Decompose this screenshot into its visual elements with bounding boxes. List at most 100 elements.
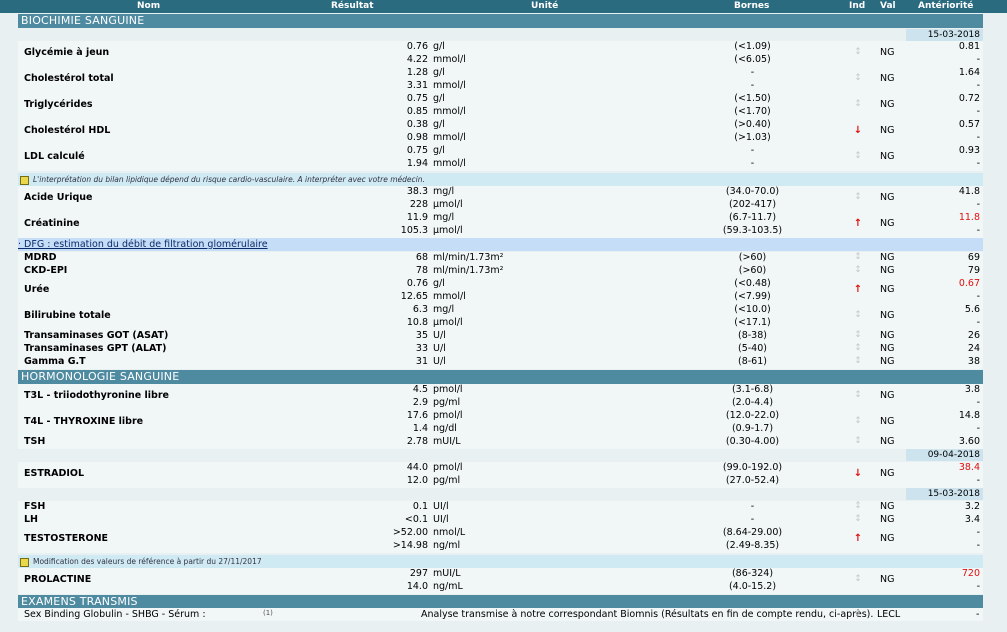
- reference-range: (2.49-8.35): [725, 540, 780, 551]
- result-unit: µmol/l: [433, 317, 463, 328]
- result-value: 105.3: [400, 225, 428, 236]
- anteriority-value: 41.8: [958, 186, 980, 197]
- anteriority-value: -: [976, 80, 980, 91]
- result-unit: mUI/L: [433, 568, 461, 579]
- reference-range: (59.3-103.5): [722, 225, 783, 236]
- arrow-up-icon: ↑: [853, 533, 863, 544]
- header-unite: Unité: [531, 1, 559, 11]
- transmis-row: Sex Binding Globulin - SHBG - Sérum : (1…: [18, 608, 983, 621]
- anteriority-value: -: [976, 291, 980, 302]
- anteriority-value: 3.60: [958, 436, 980, 447]
- validation-code: NG: [880, 343, 895, 354]
- test-name: Cholestérol total: [24, 73, 114, 84]
- result-value: 0.38: [406, 119, 428, 130]
- test-name: PROLACTINE: [24, 574, 92, 585]
- header-ind: Ind: [849, 1, 866, 11]
- result-value: 0.76: [406, 278, 428, 289]
- header-resultat: Résultat: [331, 1, 374, 11]
- result-value: 0.98: [406, 132, 428, 143]
- table-row: [18, 527, 983, 553]
- arrow-down-icon: ↓: [853, 468, 863, 479]
- anteriority-value: -: [976, 527, 980, 538]
- test-name: Cholestérol HDL: [24, 125, 111, 136]
- anteriority-value: -: [976, 54, 980, 65]
- neutral-indicator-icon: ↕: [854, 356, 862, 366]
- neutral-indicator-icon: ↕: [854, 609, 862, 619]
- transmis-text: Analyse transmise à notre correspondant …: [421, 609, 874, 620]
- result-value: 1.4: [412, 423, 428, 434]
- result-unit: pg/ml: [433, 397, 461, 408]
- result-unit: mg/l: [433, 212, 455, 223]
- result-unit: ng/ml: [433, 540, 461, 551]
- reference-range: (4.0-15.2): [728, 581, 777, 592]
- test-name: Transaminases GPT (ALAT): [24, 343, 167, 354]
- neutral-indicator-icon: ↕: [854, 73, 862, 83]
- anteriority-value: -: [976, 475, 980, 486]
- result-value: 12.0: [406, 475, 428, 486]
- anteriority-value: 0.67: [958, 278, 980, 289]
- reference-range: (<1.70): [734, 106, 771, 117]
- test-name: Acide Urique: [24, 192, 93, 203]
- table-row: [18, 119, 983, 145]
- result-value: 4.5: [412, 384, 428, 395]
- result-unit: mmol/l: [433, 80, 466, 91]
- result-value: 10.8: [406, 317, 428, 328]
- table-header: Nom Résultat Unité Bornes Ind Val Antéri…: [0, 0, 1007, 13]
- header-val: Val: [880, 1, 896, 11]
- validation-code: NG: [880, 436, 895, 447]
- result-unit: mmol/l: [433, 291, 466, 302]
- result-value: 0.1: [412, 501, 428, 512]
- result-unit: µmol/l: [433, 199, 463, 210]
- note-text: L'interprétation du bilan lipidique dépe…: [33, 175, 425, 184]
- result-unit: U/l: [433, 330, 446, 341]
- anteriority-value: 38.4: [958, 462, 980, 473]
- reference-range: (0.30-4.00): [725, 436, 780, 447]
- validation-code: NG: [880, 356, 895, 367]
- reference-range: (>60): [738, 265, 767, 276]
- anteriority-value: 38: [967, 356, 980, 367]
- anteriority-date: 15-03-2018: [906, 29, 983, 41]
- result-unit: µmol/l: [433, 225, 463, 236]
- table-row: [18, 436, 983, 449]
- header-bornes: Bornes: [734, 1, 770, 11]
- table-row: [18, 501, 983, 514]
- result-unit: mmol/l: [433, 158, 466, 169]
- anteriority-value: 0.72: [958, 93, 980, 104]
- result-unit: UI/l: [433, 514, 449, 525]
- reference-range: (<0.48): [734, 278, 771, 289]
- result-unit: pmol/l: [433, 462, 463, 473]
- reference-range: -: [750, 67, 755, 78]
- reference-range: (>1.03): [734, 132, 771, 143]
- result-value: 31: [415, 356, 428, 367]
- reference-range: (8-38): [738, 330, 767, 341]
- result-unit: mUI/L: [433, 436, 461, 447]
- header-anteriorite: Antériorité: [918, 1, 974, 11]
- table-row: [18, 67, 983, 93]
- note-icon: [20, 557, 29, 567]
- result-value: 14.0: [406, 581, 428, 592]
- reference-range: (12.0-22.0): [725, 410, 780, 421]
- note-dfg-text[interactable]: · DFG : estimation du débit de filtratio…: [18, 239, 268, 250]
- transmis-ant: -: [976, 609, 980, 620]
- transmis-val: LECL: [877, 609, 901, 620]
- table-row: [18, 462, 983, 488]
- table-row: [18, 278, 983, 304]
- test-name: Transaminases GOT (ASAT): [24, 330, 169, 341]
- anteriority-value: 5.6: [964, 304, 980, 315]
- note-dfg[interactable]: · DFG : estimation du débit de filtratio…: [18, 238, 983, 251]
- table-row: [18, 514, 983, 527]
- result-value: >52.00: [392, 527, 428, 538]
- table-row: [18, 186, 983, 212]
- reference-range: (6.7-11.7): [728, 212, 777, 223]
- result-value: 35: [415, 330, 428, 341]
- neutral-indicator-icon: ↕: [854, 574, 862, 584]
- result-unit: g/l: [433, 41, 445, 52]
- result-unit: UI/l: [433, 501, 449, 512]
- result-value: 12.65: [400, 291, 428, 302]
- reference-range: (>0.40): [734, 119, 771, 130]
- anteriority-value: 0.93: [958, 145, 980, 156]
- neutral-indicator-icon: ↕: [854, 514, 862, 524]
- table-row: [18, 410, 983, 436]
- neutral-indicator-icon: ↕: [854, 252, 862, 262]
- reference-range: (<17.1): [734, 317, 771, 328]
